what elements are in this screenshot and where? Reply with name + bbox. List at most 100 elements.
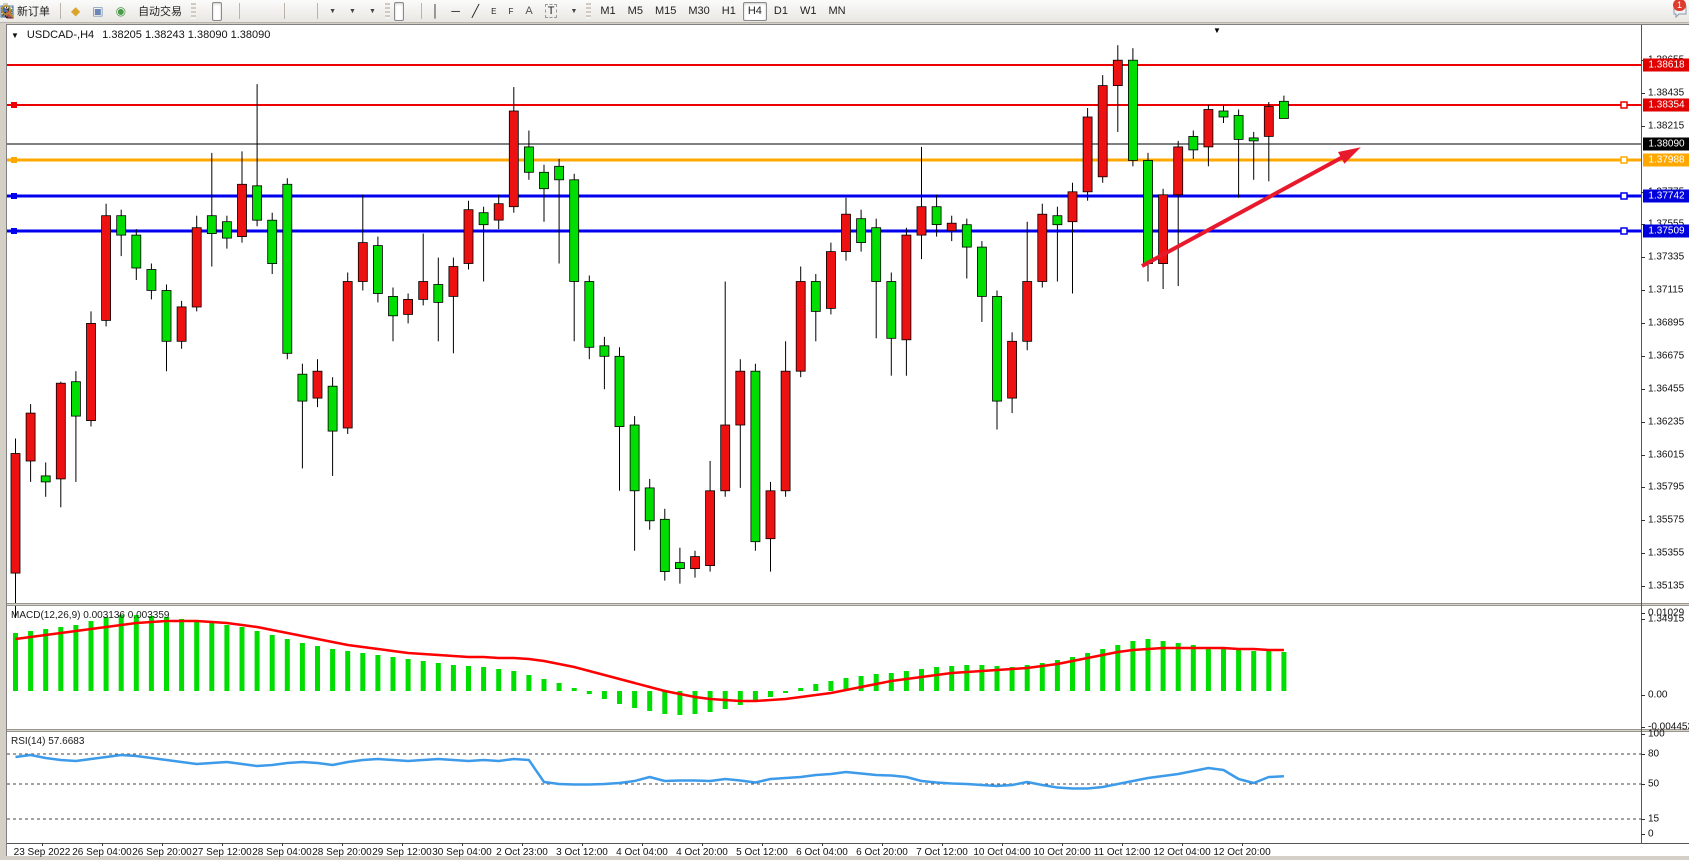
fibonacci-tool-button[interactable]: E [486, 2, 501, 21]
rsi-scale-tick: 80 [1648, 749, 1659, 760]
terminal-button[interactable]: ◉ [111, 2, 131, 21]
macd-pane[interactable] [7, 607, 1641, 732]
price-tick: 1.36235 [1648, 417, 1684, 428]
price-pane[interactable] [7, 25, 1641, 603]
trendline-icon: ╱ [472, 5, 479, 17]
time-label: 29 Sep 12:00 [372, 847, 432, 858]
time-label: 10 Oct 20:00 [1033, 847, 1090, 858]
timeframe-group: M1M5M15M30H1H4D1W1MN [594, 2, 851, 21]
price-badge: 1.38618 [1643, 59, 1689, 72]
timeframe-H1[interactable]: H1 [717, 2, 741, 21]
price-badge: 1.37509 [1643, 225, 1689, 238]
price-tick: 1.38215 [1648, 121, 1684, 132]
price-badge: 1.37742 [1643, 190, 1689, 203]
price-tick: 1.37115 [1648, 285, 1683, 296]
time-label: 26 Sep 04:00 [72, 847, 132, 858]
notification-badge: 1 [1673, 0, 1686, 11]
price-badge: 1.37988 [1643, 154, 1689, 167]
time-label: 4 Oct 20:00 [676, 847, 728, 858]
auto-trading-button[interactable]: 自动交易 [133, 2, 187, 21]
gold-icon: ◆ [71, 5, 80, 17]
time-label: 6 Oct 04:00 [796, 847, 848, 858]
price-tick: 1.35575 [1648, 515, 1684, 526]
rsi-pane[interactable] [7, 733, 1641, 843]
macd-scale-tick: 0.01029 [1648, 608, 1684, 619]
search-icon [0, 4, 15, 18]
price-tick: 1.35135 [1648, 581, 1684, 592]
candle-chart-button[interactable] [212, 2, 222, 21]
price-axis-line [1641, 25, 1642, 843]
price-tick: 1.35795 [1648, 482, 1684, 493]
trendline-tool-button[interactable]: ╱ [467, 2, 484, 21]
cursor-tool-button[interactable] [394, 2, 404, 21]
auto-scroll-button[interactable] [290, 2, 300, 21]
timeframe-W1[interactable]: W1 [795, 2, 822, 21]
period-button[interactable]: ▼ [343, 2, 361, 21]
timeframe-D1[interactable]: D1 [769, 2, 793, 21]
price-badge: 1.38354 [1643, 99, 1689, 112]
text-label-tool-button[interactable]: T [540, 2, 563, 21]
arrows-tool-button[interactable]: ▼ [564, 2, 582, 21]
price-tick: 1.37335 [1648, 252, 1684, 263]
zoom-out-button[interactable] [257, 2, 267, 21]
signal-icon: ◉ [116, 5, 126, 17]
price-tick: 1.36895 [1648, 318, 1684, 329]
time-label: 28 Sep 04:00 [252, 847, 312, 858]
time-label: 7 Oct 12:00 [916, 847, 968, 858]
time-axis-line [7, 843, 1689, 844]
text-tool-button[interactable]: A [520, 2, 537, 21]
time-label: 12 Oct 20:00 [1213, 847, 1270, 858]
macd-scale-tick: 0.00 [1648, 690, 1667, 701]
notifications-button[interactable]: 1 [1672, 2, 1682, 21]
timeframe-M30[interactable]: M30 [683, 2, 714, 21]
rsi-scale-tick: 0 [1648, 829, 1654, 840]
timeframe-M1[interactable]: M1 [595, 2, 620, 21]
crosshair-tool-button[interactable] [406, 2, 416, 21]
time-label: 12 Oct 04:00 [1153, 847, 1210, 858]
price-tick: 1.36455 [1648, 384, 1684, 395]
pane-separator-macd[interactable] [7, 603, 1689, 606]
zoom-in-button[interactable] [245, 2, 255, 21]
grid-tool-button[interactable]: F [503, 2, 518, 21]
macd-label[interactable]: MACD(12,26,9) 0.003136 0.003359 [11, 610, 169, 621]
timeframe-M15[interactable]: M15 [650, 2, 681, 21]
search-button[interactable] [1660, 2, 1670, 21]
price-tick: 1.36675 [1648, 351, 1684, 362]
navigator-button[interactable]: ▣ [87, 2, 108, 21]
time-label: 5 Oct 12:00 [736, 847, 788, 858]
indicators-button[interactable]: ▼ [363, 2, 381, 21]
vline-tool-button[interactable]: │ [427, 2, 445, 21]
time-label: 27 Sep 12:00 [192, 847, 252, 858]
timeframe-MN[interactable]: MN [823, 2, 850, 21]
chart-window: ▼ USDCAD-,H4 1.38205 1.38243 1.38090 1.3… [6, 24, 1689, 856]
timeframe-M5[interactable]: M5 [623, 2, 648, 21]
time-label: 26 Sep 20:00 [132, 847, 192, 858]
price-badge: 1.38090 [1643, 138, 1689, 151]
time-label: 23 Sep 2022 [14, 847, 71, 858]
chart-shift-button[interactable] [302, 2, 312, 21]
time-label: 4 Oct 04:00 [616, 847, 668, 858]
new-order-button[interactable]: 新订单 [12, 2, 55, 21]
time-label: 28 Sep 20:00 [312, 847, 372, 858]
time-label: 10 Oct 04:00 [973, 847, 1030, 858]
rsi-scale-tick: 50 [1648, 779, 1659, 790]
rsi-label[interactable]: RSI(14) 57.6683 [11, 736, 84, 747]
price-tick: 1.35355 [1648, 548, 1684, 559]
timeframe-H4[interactable]: H4 [743, 2, 767, 21]
window-icon: ▣ [92, 5, 103, 17]
price-tick: 1.38435 [1648, 88, 1684, 99]
hline-tool-button[interactable]: ─ [446, 2, 465, 21]
price-tick: 1.36015 [1648, 450, 1684, 461]
market-watch-button[interactable]: ◆ [66, 2, 85, 21]
line-chart-button[interactable] [224, 2, 234, 21]
tile-windows-button[interactable] [269, 2, 279, 21]
time-label: 2 Oct 23:00 [496, 847, 548, 858]
hline-icon: ─ [451, 5, 460, 17]
bar-chart-button[interactable] [200, 2, 210, 21]
pane-separator-rsi[interactable] [7, 729, 1689, 732]
new-chart-button[interactable]: ▼ [323, 2, 341, 21]
time-label: 6 Oct 20:00 [856, 847, 908, 858]
main-toolbar: 新订单 ◆ ▣ ◉ 自动交易 ▼ ▼ ▼ │ ─ ╱ E F A T ▼ M1M… [0, 0, 1689, 23]
time-label: 30 Sep 04:00 [432, 847, 492, 858]
rsi-scale-tick: 100 [1648, 729, 1665, 740]
